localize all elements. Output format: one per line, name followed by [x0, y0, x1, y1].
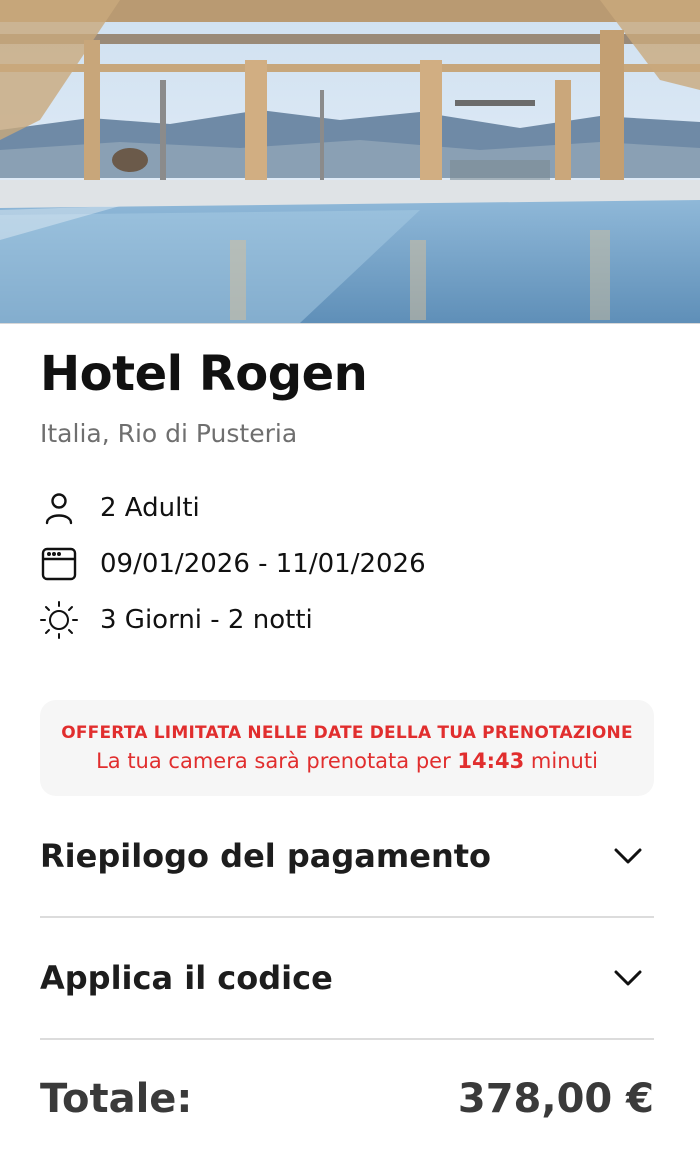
offer-text-before: La tua camera sarà prenotata per	[96, 749, 458, 773]
chevron-down-icon[interactable]	[608, 958, 648, 998]
duration-row: 3 Giorni - 2 notti	[40, 592, 654, 648]
dates-row: 09/01/2026 - 11/01/2026	[40, 536, 654, 592]
guests-text: 2 Adulti	[100, 493, 200, 523]
chevron-down-icon[interactable]	[608, 836, 648, 876]
calendar-icon	[40, 545, 78, 583]
person-icon	[40, 489, 78, 527]
dates-text: 09/01/2026 - 11/01/2026	[100, 549, 426, 579]
offer-message: La tua camera sarà prenotata per 14:43 m…	[96, 749, 598, 773]
apply-code-accordion[interactable]: Applica il codice	[40, 918, 654, 1040]
payment-summary-accordion[interactable]: Riepilogo del pagamento	[40, 796, 654, 918]
payment-summary-label: Riepilogo del pagamento	[40, 837, 491, 875]
duration-text: 3 Giorni - 2 notti	[100, 605, 313, 635]
hotel-name: Hotel Rogen	[40, 346, 368, 402]
total-value: 378,00 €	[457, 1076, 654, 1122]
sun-icon	[40, 601, 78, 639]
apply-code-label: Applica il codice	[40, 959, 333, 997]
booking-details: 2 Adulti 09/01/2026 - 11/01/2026 3 Giorn…	[40, 480, 654, 648]
total-label: Totale:	[40, 1076, 193, 1122]
offer-headline: OFFERTA LIMITATA NELLE DATE DELLA TUA PR…	[61, 723, 633, 743]
hotel-hero-image	[0, 0, 700, 324]
guests-row: 2 Adulti	[40, 480, 654, 536]
hotel-location: Italia, Rio di Pusteria	[40, 419, 298, 448]
total-row: Totale: 378,00 €	[40, 1040, 654, 1158]
offer-text-after: minuti	[524, 749, 598, 773]
offer-timer: 14:43	[457, 749, 525, 773]
limited-offer-banner: OFFERTA LIMITATA NELLE DATE DELLA TUA PR…	[40, 700, 654, 796]
